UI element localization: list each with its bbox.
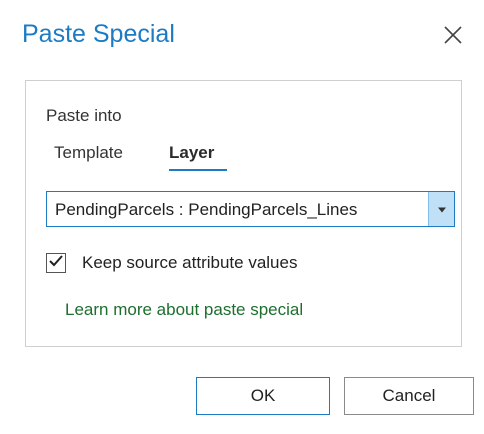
chevron-down-icon xyxy=(437,200,447,218)
tab-selected-indicator xyxy=(169,169,227,171)
tab-layer[interactable]: Layer xyxy=(169,143,214,163)
dialog-title: Paste Special xyxy=(22,20,175,48)
keep-attributes-label: Keep source attribute values xyxy=(82,253,298,272)
cancel-button[interactable]: Cancel xyxy=(344,377,474,415)
dialog-titlebar: Paste Special xyxy=(0,0,484,78)
learn-more-link[interactable]: Learn more about paste special xyxy=(65,300,303,320)
checkmark-icon xyxy=(48,254,64,273)
paste-into-label: Paste into xyxy=(46,106,122,125)
layer-select-dropdown-button[interactable] xyxy=(428,192,454,226)
keep-attributes-checkbox[interactable] xyxy=(46,253,66,273)
ok-button[interactable]: OK xyxy=(196,377,330,415)
keep-attributes-option[interactable]: Keep source attribute values xyxy=(46,251,297,275)
tab-template[interactable]: Template xyxy=(54,143,123,163)
paste-options-panel: Paste into Template Layer PendingParcels… xyxy=(25,80,462,347)
close-icon xyxy=(443,25,463,45)
paste-special-dialog: Paste Special Paste into Template Layer … xyxy=(0,0,484,434)
close-button[interactable] xyxy=(436,20,470,50)
layer-select[interactable]: PendingParcels : PendingParcels_Lines xyxy=(46,191,455,227)
layer-select-value: PendingParcels : PendingParcels_Lines xyxy=(55,200,358,219)
